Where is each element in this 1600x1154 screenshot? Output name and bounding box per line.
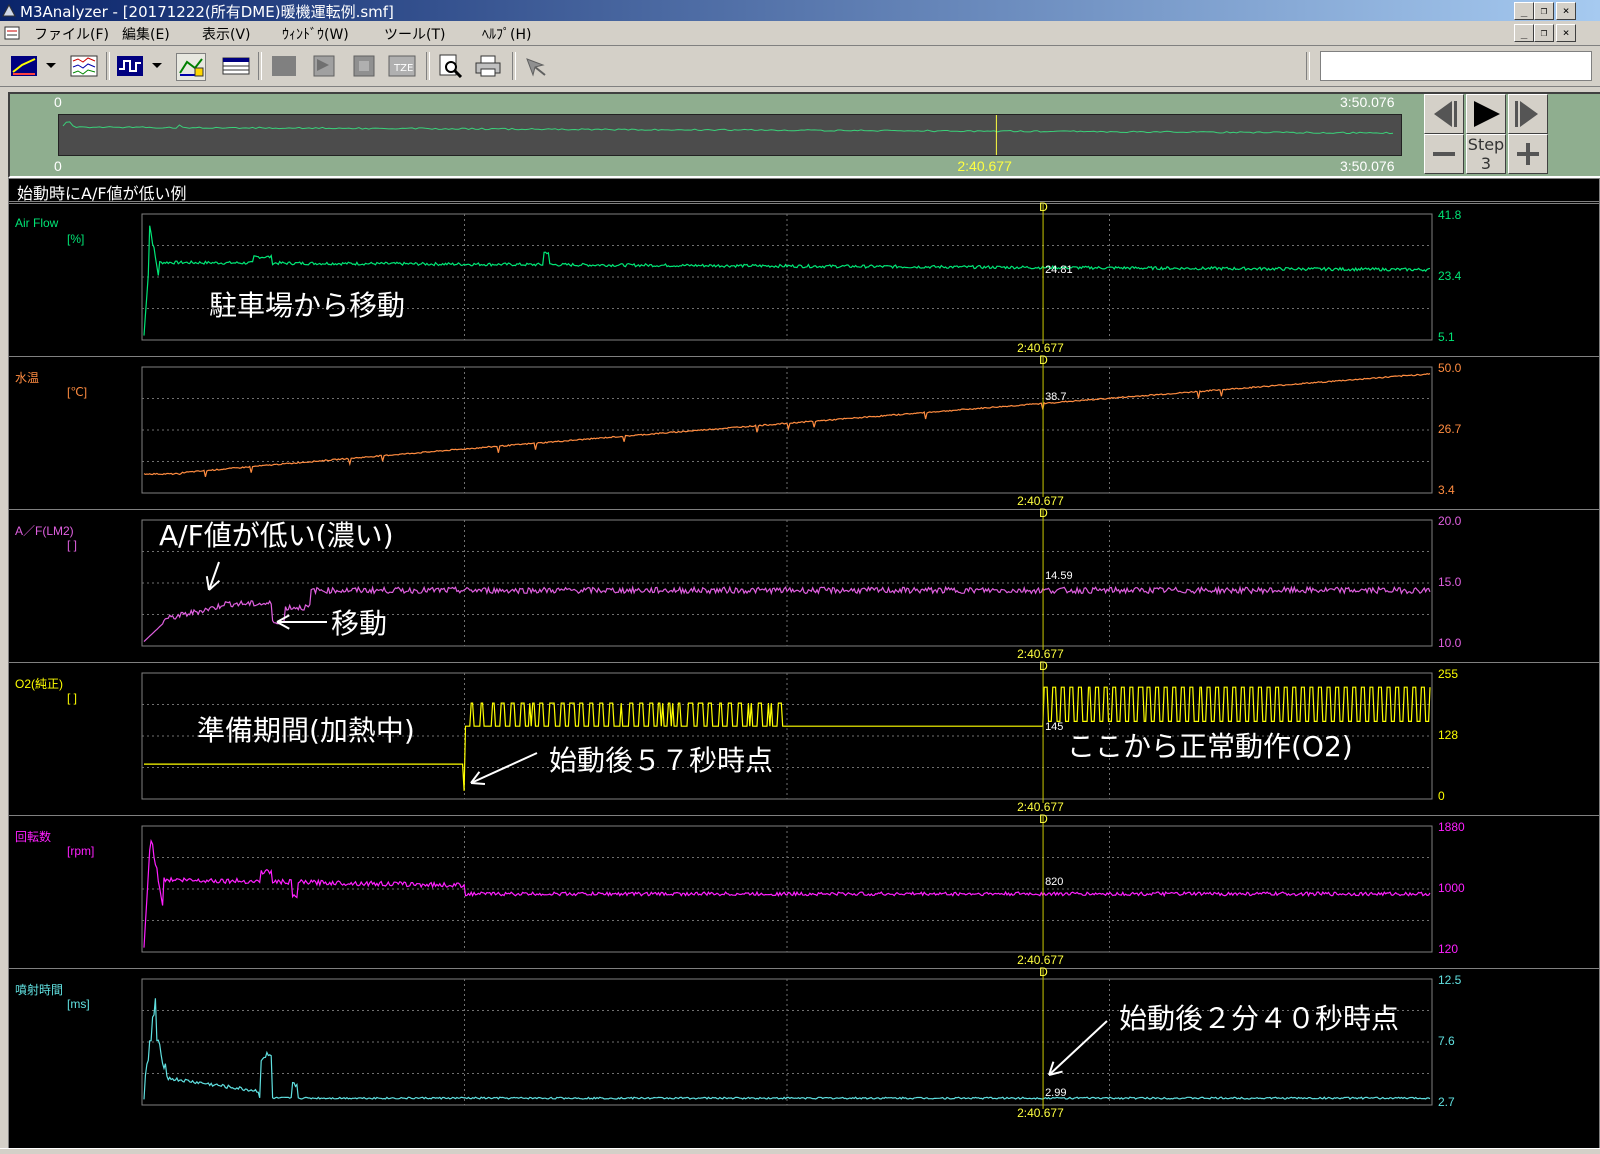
annotation-arrowhead [470, 782, 486, 786]
overview-range-start: 0 [54, 158, 62, 174]
chart-edit-icon[interactable] [176, 53, 206, 81]
document-icon[interactable] [4, 25, 20, 40]
minus-icon [1433, 152, 1455, 156]
step-label: Step [1467, 135, 1505, 154]
title-bar: M3Analyzer - [20171222(所有DME)暖機運転例.smf] … [0, 0, 1600, 21]
annotation-arrows [1048, 1020, 1108, 1076]
chart-window-title: 始動時にA/F値が低い例 [9, 179, 1599, 203]
gray-flag-icon [310, 53, 338, 79]
step-indicator: Step 3 [1466, 134, 1506, 174]
menu-window[interactable]: ｳｨﾝﾄﾞｳ(W) [282, 24, 349, 44]
zoom-out-button[interactable] [1424, 134, 1464, 174]
annotation-arrows [205, 561, 327, 630]
play-icon [1474, 101, 1500, 127]
disabled-tool-icon [522, 53, 550, 79]
y-tick-label: 5.1 [1438, 330, 1455, 344]
toolbar-input-field[interactable] [1320, 51, 1592, 81]
chart-title-text: 始動時にA/F値が低い例 [17, 184, 187, 203]
plus-icon [1517, 143, 1539, 165]
step-forward-icon [1515, 101, 1538, 127]
menu-tools[interactable]: ツール(T) [384, 24, 445, 44]
cursor-value: 24.81 [1045, 264, 1073, 276]
close-button[interactable]: × [1556, 2, 1576, 20]
y-tick-label: 23.4 [1438, 269, 1462, 283]
data-table-icon[interactable] [222, 53, 250, 79]
multi-graph-icon[interactable] [70, 53, 98, 79]
gray-frame-icon [350, 53, 378, 79]
window-title: M3Analyzer - [20171222(所有DME)暖機運転例.smf] [20, 3, 394, 21]
overview-trace [62, 121, 1394, 135]
overview-start-time: 0 [54, 94, 62, 110]
panel-plot [141, 816, 1433, 956]
play-button[interactable] [1466, 94, 1506, 134]
tze-icon: TZE [388, 53, 416, 79]
overview-range-end: 3:50.076 [1340, 158, 1395, 174]
dropdown-icon[interactable] [150, 53, 164, 79]
cursor-marker[interactable]: D [1039, 200, 1048, 214]
overview-end-time: 3:50.076 [1340, 94, 1395, 110]
step-back-button[interactable] [1424, 94, 1464, 134]
minimize-button[interactable]: _ [1514, 2, 1534, 20]
overview-strip[interactable] [58, 114, 1402, 156]
step-value: 3 [1480, 154, 1492, 173]
cursor-value: 38.7 [1045, 391, 1067, 403]
print-preview-icon[interactable] [436, 53, 464, 79]
menu-help[interactable]: ﾍﾙﾌﾟ(H) [482, 24, 531, 44]
cursor-value: 820 [1045, 876, 1064, 888]
menu-file[interactable]: ファイル(F) [34, 24, 109, 44]
cursor-marker[interactable]: D [1039, 812, 1048, 826]
zoom-in-button[interactable] [1508, 134, 1548, 174]
child-restore-button[interactable]: ❐ [1534, 24, 1554, 42]
y-tick-label: 26.7 [1438, 422, 1462, 436]
y-tick-label: 41.8 [1438, 208, 1462, 222]
panel-plot [141, 204, 1433, 344]
menu-view[interactable]: 表示(V) [202, 24, 251, 44]
annotation-arrows [470, 752, 538, 786]
menu-bar: ファイル(F) 編集(E) 表示(V) ｳｨﾝﾄﾞｳ(W) ツール(T) ﾍﾙﾌ… [0, 21, 1600, 46]
graph-panel[interactable]: A／F(LM2)[ ] D 14.59 2:40.677 20.0 15.0 10.0 A/F… [9, 506, 1599, 663]
overview-panel: 0 3:50.076 0 2:40.677 3:50.076 Step 3 [8, 92, 1600, 178]
annotation-arrowhead [276, 621, 290, 630]
graph-mode-icon[interactable] [10, 53, 38, 79]
restore-button[interactable]: ❐ [1534, 2, 1554, 20]
gray-square-icon [270, 53, 298, 79]
overview-cursor-time: 2:40.677 [957, 158, 1012, 174]
signal-icon[interactable] [116, 53, 144, 79]
panel-plot [141, 357, 1433, 497]
child-minimize-button[interactable]: _ [1514, 24, 1534, 42]
status-bar [0, 1148, 1600, 1154]
y-tick-label: 1000 [1438, 881, 1465, 895]
menu-edit[interactable]: 編集(E) [122, 24, 170, 44]
step-forward-button[interactable] [1508, 94, 1548, 134]
graph-panel[interactable]: Air Flow [%] D 24.81 2:40.677 41.8 23.4 5.1 駐車場か… [9, 200, 1599, 357]
graph-panel[interactable]: 噴射時間 [ms] D 2.99 2:40.677 12.5 7.6 2.7 始動後２分４０秒時… [9, 965, 1599, 1122]
y-tick-label: 3.4 [1438, 483, 1455, 497]
cursor-marker[interactable]: D [1039, 353, 1048, 367]
annotation-arrow [1048, 1020, 1108, 1076]
graph-panel[interactable]: O2(純正)[ ] D 145 2:40.677 255 128 0 準備期間(加熱中) 始動後… [9, 659, 1599, 816]
annotation-a1: 駐車場から移動 [209, 289, 406, 322]
graph-panel[interactable]: 回転数 [rpm] D 820 2:40.677 1880 1000 120 [9, 812, 1599, 969]
step-back-icon [1434, 101, 1457, 127]
svg-text:TZE: TZE [393, 63, 413, 74]
y-tick-label: 120 [1438, 942, 1459, 956]
y-tick-label: 50.0 [1438, 361, 1462, 375]
app-icon [2, 3, 16, 17]
annotation-arrow [470, 752, 538, 784]
annotation-arrowhead [205, 576, 210, 591]
chart-window: 始動時にA/F値が低い例 Air Flow [%] D 24.81 2:40.677 41… [8, 178, 1600, 1150]
y-tick-label: 1880 [1438, 820, 1465, 834]
child-close-button[interactable]: × [1556, 24, 1576, 42]
dropdown-icon[interactable] [44, 53, 58, 79]
toolbar: TZE [0, 46, 1600, 87]
annotation-arrowhead [276, 614, 290, 623]
graph-panel[interactable]: 水温 [℃] D 38.7 2:40.677 50.0 26.7 3.4 [9, 353, 1599, 510]
printer-icon[interactable] [474, 53, 502, 79]
